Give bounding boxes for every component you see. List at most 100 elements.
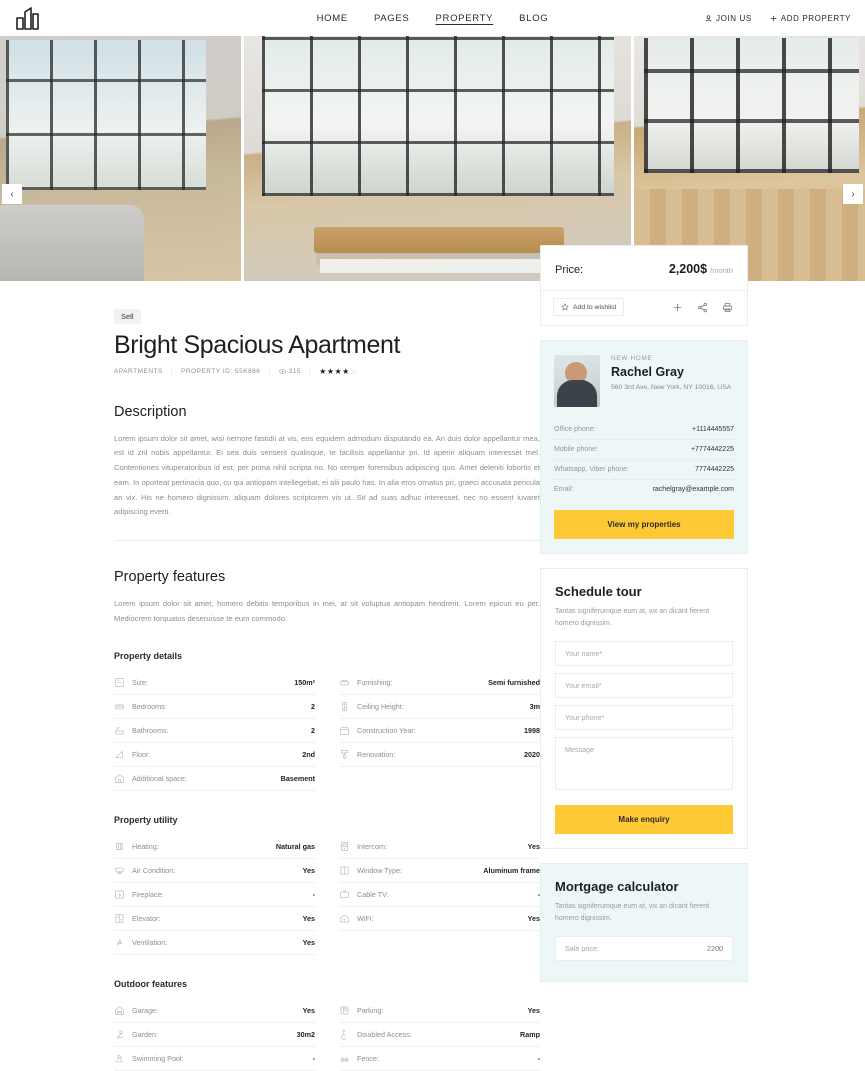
feature-label: Furnishing: [357,677,393,687]
price-actions: Add to wishlist [541,291,747,325]
sale-price-field[interactable]: Sale price: 2200 [555,935,733,961]
basement-icon [114,773,132,784]
description-text: Lorem ipsum dolor sit amet, wisi nemore … [114,433,540,517]
star-icon [561,303,569,311]
feature-label: Garage: [132,1005,158,1015]
price-row: Price: 2,200$/month [541,246,747,291]
contact-row: Mobile phone: +7774442225 [554,440,734,460]
phone-input[interactable] [555,704,733,730]
sale-price-label: Sale price: [565,943,599,953]
main-nav: HOME PAGES PROPERTY BLOG [0,13,865,24]
bed-icon [114,701,132,712]
property-details-title: Property details [114,650,183,661]
sofa-icon [339,677,357,688]
agent-address: 560 3rd Ave, New York, NY 10016, USA [611,384,732,391]
outdoor-left-column: Garage: Yes Garden: 30m2 Swimming Pool: … [114,999,315,1071]
feature-value: 2 [311,701,315,711]
feature-label: Window Type: [357,865,403,875]
listing-meta: APARTMENTS | PROPERTY ID: 55K886 | 315 |… [114,367,540,376]
feature-label: Fence: [357,1053,379,1063]
slider-prev-button[interactable]: ‹ [2,184,22,204]
nav-item-blog[interactable]: BLOG [519,13,548,24]
schedule-tour-title: Schedule tour [555,584,642,599]
property-details-grid: Size: 150m² Bedrooms: 2 Bathrooms: 2 Flo… [114,671,540,791]
feature-label: Ceiling Height: [357,701,404,711]
schedule-tour-description: Tantas signiferumque eum at, vix an dica… [555,608,710,627]
feature-value: 150m² [294,677,315,687]
pool-icon [114,1053,132,1064]
slider-image-1[interactable] [0,36,241,281]
feature-label: Heating: [132,841,159,851]
feature-value: 3m [529,701,540,711]
feature-value: Yes [527,841,540,851]
air-conditioner-icon [114,865,132,876]
compare-plus-button[interactable] [670,300,685,315]
radiator-icon [114,841,132,852]
feature-label: Garden: [132,1029,158,1039]
contact-label: Mobile phone: [554,446,598,453]
status-badge: Sell [114,309,141,324]
feature-value: Yes [302,1005,315,1015]
contact-value[interactable]: +1114445557 [692,426,734,433]
window-icon [339,865,357,876]
feature-value: 30m2 [296,1029,315,1039]
feature-label: Intercom: [357,841,387,851]
parking-icon [339,1005,357,1016]
mortgage-title: Mortgage calculator [555,878,679,894]
feature-row: Fireplace: - [114,883,315,907]
feature-row: Cable TV: - [339,883,540,907]
email-input[interactable] [555,672,733,698]
feature-label: Bedrooms: [132,701,167,711]
wheelchair-icon [339,1029,357,1040]
size-icon [114,677,132,688]
name-input[interactable] [555,640,733,666]
outdoor-right-column: Parking: Yes Disabled Access: Ramp Fence… [339,999,540,1071]
feature-value: Yes [302,913,315,923]
nav-item-home[interactable]: HOME [317,13,348,24]
mortgage-description: Tantas signiferumque eum at, vix an dica… [555,902,710,922]
meta-divider: | [268,367,271,375]
property-utility-grid: Heating: Natural gas Air Condition: Yes … [114,835,540,955]
feature-row: Parking: Yes [339,999,540,1023]
details-left-column: Size: 150m² Bedrooms: 2 Bathrooms: 2 Flo… [114,671,315,791]
contact-label: Email: [554,486,574,493]
details-right-column: Furnishing: Semi furnished Ceiling Heigh… [339,671,540,791]
feature-row: Ceiling Height: 3m [339,695,540,719]
share-button[interactable] [695,300,710,315]
contact-value[interactable]: 7774442225 [695,466,734,473]
meta-divider: | [170,367,174,375]
feature-row: Air Condition: Yes [114,859,315,883]
feature-row: Bedrooms: 2 [114,695,315,719]
message-textarea[interactable] [555,736,733,790]
feature-value: Ramp [520,1029,540,1039]
view-my-properties-button[interactable]: View my properties [554,510,734,539]
contact-row: Email: rachelgray@example.com [554,480,734,499]
feature-row: Size: 150m² [114,671,315,695]
feature-label: Cable TV: [357,889,389,899]
feature-row: Additional space: Basement [114,767,315,791]
property-utility-title: Property utility [114,814,178,825]
bathtub-icon [114,725,132,736]
rating-stars: ★★★★☆ [319,366,358,376]
slider-next-button[interactable]: › [843,184,863,204]
feature-value: Semi furnished [488,677,540,687]
nav-item-pages[interactable]: PAGES [374,13,410,24]
add-to-wishlist-button[interactable]: Add to wishlist [553,298,625,316]
make-enquiry-button[interactable]: Make enquiry [555,804,733,834]
nav-item-property[interactable]: PROPERTY [435,13,493,24]
contact-value[interactable]: rachelgray@example.com [653,486,734,493]
main-content: Sell Bright Spacious Apartment APARTMENT… [0,281,540,1071]
intercom-icon [339,841,357,852]
agent-name[interactable]: Rachel Gray [611,365,731,379]
feature-value: 1998 [524,725,540,735]
fan-icon [114,937,132,948]
print-button[interactable] [720,300,735,315]
contact-value[interactable]: +7774442225 [691,446,734,453]
feature-label: Disabled Access: [357,1029,412,1039]
feature-row: Garage: Yes [114,999,315,1023]
garage-icon [114,1005,132,1016]
garden-icon [114,1029,132,1040]
listing-category[interactable]: APARTMENTS [114,368,163,375]
contact-label: Whatsapp, Viber phone: [554,466,629,473]
feature-value: 2 [311,725,315,735]
